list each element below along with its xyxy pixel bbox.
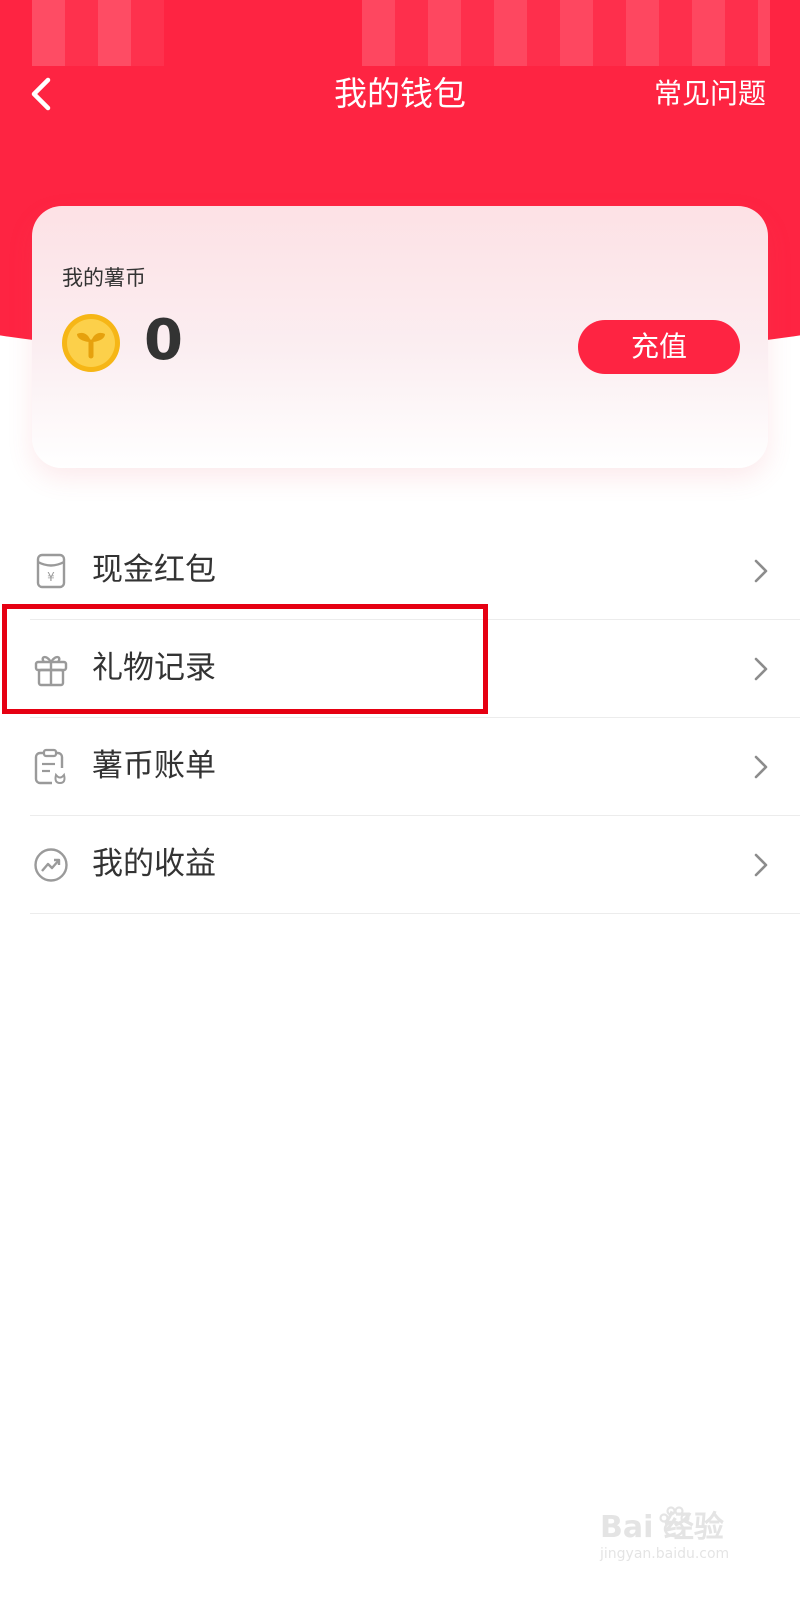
bill-icon — [34, 748, 66, 785]
coin-sprout-icon — [62, 314, 120, 372]
menu-item-label: 现金红包 — [92, 552, 216, 588]
status-bar-blur-right — [362, 0, 770, 66]
chevron-right-icon — [754, 755, 768, 779]
svg-text:¥: ¥ — [47, 570, 55, 584]
coin-balance-label: 我的薯币 — [62, 266, 146, 290]
menu-item-label: 我的收益 — [92, 846, 216, 882]
chevron-right-icon — [754, 559, 768, 583]
recharge-button[interactable]: 充值 — [578, 320, 740, 374]
menu-item-label: 薯币账单 — [92, 748, 216, 784]
faq-link[interactable]: 常见问题 — [654, 74, 766, 114]
chevron-right-icon — [754, 853, 768, 877]
red-envelope-icon: ¥ — [36, 553, 66, 589]
wallet-page: 我的钱包 常见问题 我的薯币 0 充值 ¥ 现金红包 礼物记录 薯币账单 我的收… — [0, 0, 800, 1600]
chevron-right-icon — [754, 657, 768, 681]
coin-balance-value: 0 — [144, 308, 183, 373]
earnings-trend-icon — [34, 848, 68, 882]
watermark-url: jingyan.baidu.com — [600, 1546, 730, 1562]
status-bar-blur-left — [32, 0, 164, 66]
baidu-jingyan-watermark: Bai 经验 jingyan.baidu.com — [600, 1502, 760, 1570]
wallet-balance-card: 我的薯币 0 充值 — [32, 206, 768, 468]
wallet-menu-list: ¥ 现金红包 礼物记录 薯币账单 我的收益 — [0, 522, 800, 914]
baidu-paw-icon — [659, 1506, 690, 1538]
menu-item-coin-bill[interactable]: 薯币账单 — [0, 718, 800, 816]
annotation-highlight-box — [2, 604, 488, 714]
divider — [30, 913, 800, 914]
menu-item-my-earnings[interactable]: 我的收益 — [0, 816, 800, 914]
